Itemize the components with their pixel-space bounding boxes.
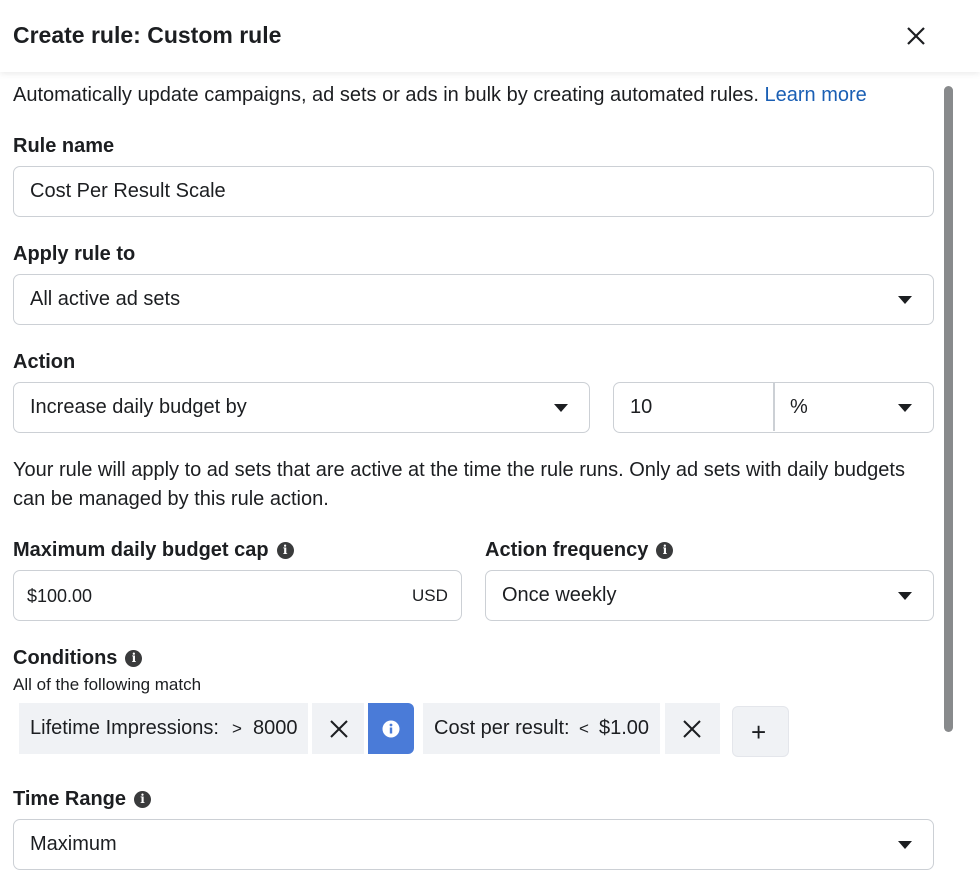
frequency-label-text: Action frequency <box>485 539 649 561</box>
time-range-label: Time Range i <box>13 788 151 811</box>
action-type-select[interactable]: Increase daily budget by <box>13 382 590 433</box>
plus-icon: + <box>751 717 767 747</box>
apply-rule-label: Apply rule to <box>13 243 136 265</box>
close-button[interactable] <box>900 20 932 52</box>
currency-label: USD <box>412 586 448 605</box>
action-unit-value: % <box>790 396 808 418</box>
frequency-select[interactable]: Once weekly <box>485 570 934 621</box>
action-label: Action <box>13 351 76 373</box>
chevron-down-icon <box>554 404 568 412</box>
action-note-line1: Your rule will apply to ad sets that are… <box>13 459 905 481</box>
frequency-value: Once weekly <box>502 584 617 606</box>
close-icon <box>683 720 701 738</box>
condition-info-button[interactable] <box>368 703 414 754</box>
condition-chip-cost-per-result[interactable]: Cost per result: < $1.00 <box>423 703 660 754</box>
action-unit-select[interactable]: % <box>774 383 932 431</box>
chevron-down-icon <box>898 404 912 412</box>
close-icon <box>330 720 348 738</box>
conditions-label-text: Conditions <box>13 647 118 669</box>
budget-cap-label-text: Maximum daily budget cap <box>13 539 269 561</box>
scrollbar-thumb[interactable] <box>944 86 953 732</box>
action-amount-group: 10 % <box>613 382 934 433</box>
info-icon <box>382 720 400 738</box>
dialog-header: Create rule: Custom rule <box>0 0 980 72</box>
rule-name-value: Cost Per Result Scale <box>30 180 226 202</box>
chevron-down-icon <box>898 841 912 849</box>
condition-metric: Cost per result: <box>434 717 570 739</box>
conditions-label: Conditions i <box>13 647 143 670</box>
time-range-label-text: Time Range <box>13 788 126 810</box>
rule-name-label: Rule name <box>13 135 115 157</box>
conditions-subtitle: All of the following match <box>13 675 202 694</box>
time-range-select[interactable]: Maximum <box>13 819 934 870</box>
intro-text: Automatically update campaigns, ad sets … <box>13 84 867 107</box>
condition-value: 8000 <box>253 717 298 739</box>
close-icon <box>907 27 925 45</box>
add-condition-button[interactable]: + <box>732 706 789 757</box>
apply-rule-value: All active ad sets <box>30 288 181 310</box>
action-type-value: Increase daily budget by <box>30 396 247 418</box>
chevron-down-icon <box>898 592 912 600</box>
rule-name-input[interactable]: Cost Per Result Scale <box>13 166 934 217</box>
time-range-value: Maximum <box>30 833 117 855</box>
remove-condition-button[interactable] <box>665 703 720 754</box>
action-amount-input[interactable]: 10 <box>630 396 652 419</box>
condition-value: $1.00 <box>599 717 650 739</box>
condition-chip-impressions[interactable]: Lifetime Impressions: > 8000 <box>19 703 308 754</box>
info-icon[interactable]: i <box>656 542 674 559</box>
condition-operator: > <box>232 719 242 738</box>
dialog-title: Create rule: Custom rule <box>13 22 282 48</box>
chevron-down-icon <box>898 296 912 304</box>
budget-cap-label: Maximum daily budget cap i <box>13 539 294 562</box>
frequency-label: Action frequency i <box>485 539 674 562</box>
condition-operator: < <box>579 719 589 738</box>
budget-cap-value: $100.00 <box>27 586 93 606</box>
apply-rule-select[interactable]: All active ad sets <box>13 274 934 325</box>
action-note-line2: can be managed by this rule action. <box>13 488 329 510</box>
condition-metric: Lifetime Impressions: <box>30 717 219 739</box>
info-icon[interactable]: i <box>276 542 294 559</box>
budget-cap-input[interactable]: $100.00 USD <box>13 570 462 621</box>
learn-more-link[interactable]: Learn more <box>765 84 867 106</box>
remove-condition-button[interactable] <box>312 703 364 754</box>
intro-description: Automatically update campaigns, ad sets … <box>13 84 759 106</box>
info-icon[interactable]: i <box>134 791 151 808</box>
info-icon[interactable]: i <box>125 650 143 667</box>
